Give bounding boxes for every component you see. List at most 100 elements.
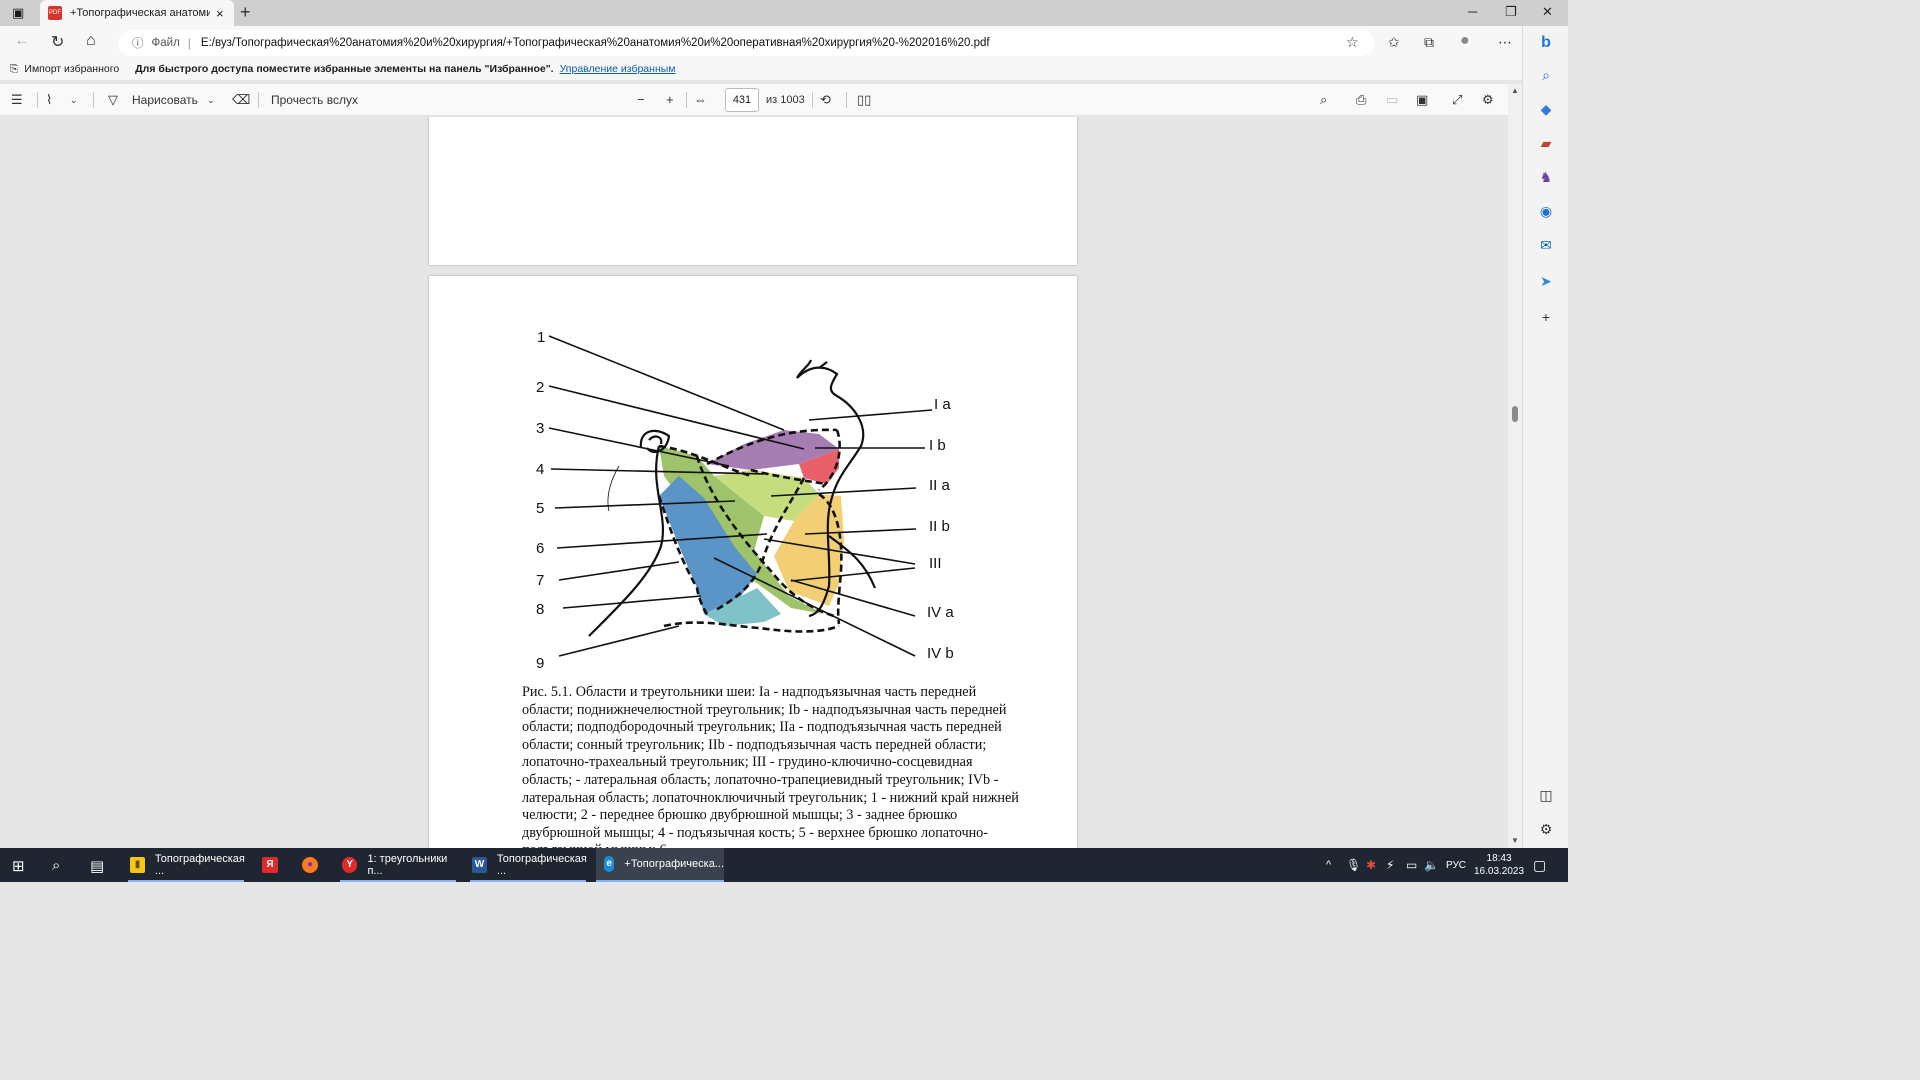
shopping-icon[interactable]: ◆: [1537, 100, 1555, 118]
firefox-icon: ●: [302, 857, 318, 873]
scroll-down-icon[interactable]: ▼: [1511, 836, 1519, 845]
page-total: из 1003: [766, 94, 805, 106]
zoom-in-icon[interactable]: +: [666, 92, 674, 107]
url-divider: |: [187, 36, 191, 50]
draw-dropdown-icon[interactable]: ⌄: [207, 95, 215, 106]
fullscreen-icon[interactable]: ⤢: [1452, 92, 1462, 108]
taskbar-app-label: +Топографическа...: [624, 858, 724, 870]
usb-icon[interactable]: ⚡: [1386, 858, 1394, 872]
close-tab-icon[interactable]: ×: [216, 6, 224, 21]
pdf-viewer[interactable]: 1 2 3 4 5 6 7 8 9 I a I b II a II b III …: [0, 117, 1508, 848]
save-icon[interactable]: ▭: [1386, 92, 1398, 108]
read-aloud-button[interactable]: Прочесть вслух: [271, 93, 358, 107]
outlook-icon[interactable]: ✉: [1537, 236, 1555, 254]
collections-icon[interactable]: ⧉: [1424, 34, 1434, 51]
bing-icon[interactable]: b: [1537, 34, 1555, 52]
back-icon[interactable]: ←: [14, 32, 30, 50]
taskbar-app-yandex-browser[interactable]: Y 1: треугольники п...: [334, 848, 462, 882]
page-view-icon[interactable]: ▯▯: [857, 92, 871, 108]
search-icon[interactable]: ⌕: [1320, 92, 1327, 108]
scroll-up-icon[interactable]: ▲: [1511, 86, 1519, 95]
games-icon[interactable]: ♞: [1537, 168, 1555, 186]
favorites-icon[interactable]: ✩: [1388, 34, 1400, 51]
active-tab[interactable]: PDF +Топографическая анатомия и оператив…: [40, 0, 234, 26]
windows-start-icon[interactable]: ⊞: [12, 857, 25, 875]
language-indicator[interactable]: РУС: [1446, 860, 1466, 871]
address-bar: ← ↻ ⌂ ⓘ Файл | E:/вуз/Топографическая%20…: [0, 26, 1522, 58]
draw-icon[interactable]: ▽: [108, 92, 118, 108]
close-window-button[interactable]: ✕: [1542, 4, 1553, 20]
clock[interactable]: 18:43 16.03.2023: [1474, 852, 1524, 878]
taskbar-app-edge[interactable]: e +Топографическа...: [596, 848, 724, 882]
pdf-icon: PDF: [48, 6, 62, 20]
notifications-icon[interactable]: ▢: [1533, 857, 1546, 874]
volume-icon[interactable]: 🔈: [1424, 858, 1439, 872]
network-icon[interactable]: ▭: [1406, 858, 1417, 872]
label-left-8: 8: [536, 601, 544, 618]
send-icon[interactable]: ➤: [1537, 272, 1555, 290]
more-menu-icon[interactable]: ⋯: [1498, 34, 1512, 51]
label-IIa: II a: [929, 477, 951, 494]
label-IVb: IV b: [927, 645, 954, 662]
clock-time: 18:43: [1486, 853, 1512, 864]
info-icon[interactable]: ⓘ: [132, 35, 144, 51]
settings-icon[interactable]: ⚙: [1482, 92, 1494, 108]
page-number-input[interactable]: 431: [725, 88, 759, 112]
favorites-bar: ⎘ Импорт избранного Для быстрого доступа…: [0, 58, 1522, 80]
clock-date: 16.03.2023: [1474, 866, 1525, 877]
task-view-icon[interactable]: ▤: [90, 857, 104, 875]
folder-icon: ▮: [130, 857, 145, 873]
label-Ib: I b: [929, 437, 946, 454]
label-left-7: 7: [536, 572, 544, 589]
office-icon[interactable]: ◉: [1537, 202, 1555, 220]
scrollbar-thumb[interactable]: [1512, 406, 1518, 422]
search-sidebar-icon[interactable]: ⌕: [1537, 66, 1555, 84]
restore-button[interactable]: ❐: [1505, 4, 1517, 20]
label-IIb: II b: [929, 518, 950, 535]
add-sidebar-icon[interactable]: +: [1537, 308, 1555, 326]
vertical-scrollbar[interactable]: ▲ ▼: [1508, 84, 1522, 848]
taskbar-app-firefox[interactable]: ●: [294, 848, 330, 882]
label-left-6: 6: [536, 540, 544, 557]
print-icon[interactable]: ⎙: [1356, 92, 1366, 108]
refresh-icon[interactable]: ↻: [51, 32, 64, 52]
tab-actions-icon[interactable]: ▣: [12, 5, 24, 21]
sidebar-layout-icon[interactable]: ◫: [1537, 786, 1555, 804]
add-favorite-icon[interactable]: ☆: [1346, 34, 1359, 51]
url-field[interactable]: ⓘ Файл | E:/вуз/Топографическая%20анатом…: [118, 30, 1374, 56]
scheme-label: Файл: [151, 37, 180, 49]
new-tab-button[interactable]: +: [240, 2, 251, 23]
highlight-icon[interactable]: ⌇: [46, 92, 52, 108]
label-IVa: IV a: [927, 604, 954, 621]
highlight-dropdown-icon[interactable]: ⌄: [70, 95, 78, 106]
rotate-icon[interactable]: ⟲: [820, 92, 831, 108]
zoom-out-icon[interactable]: −: [637, 92, 645, 107]
tray-chevron-icon[interactable]: ^: [1326, 859, 1331, 871]
windows-taskbar: ⊞ ⌕ ▤ ▮ Топографическая ... Я ● Y 1: тре…: [0, 848, 1568, 882]
fit-page-icon[interactable]: ⇔: [694, 92, 707, 107]
tab-title: +Топографическая анатомия и оперативная …: [70, 7, 210, 19]
taskbar-app-explorer[interactable]: ▮ Топографическая ...: [122, 848, 250, 882]
import-favorites-link[interactable]: Импорт избранного: [24, 63, 119, 75]
taskbar-app-word[interactable]: W Топографическая ...: [464, 848, 592, 882]
save-as-icon[interactable]: ▣: [1416, 92, 1428, 108]
eraser-icon[interactable]: ⌫: [232, 92, 250, 108]
contents-icon[interactable]: ☰: [11, 92, 23, 108]
manage-favorites-link[interactable]: Управление избранным: [560, 63, 676, 75]
tools-icon[interactable]: ▰: [1537, 134, 1555, 152]
pdf-toolbar: ☰ ⌇ ⌄ ▽ Нарисовать ⌄ ⌫ Прочесть вслух − …: [0, 84, 1522, 116]
pdf-page-current: 1 2 3 4 5 6 7 8 9 I a I b II a II b III …: [429, 276, 1077, 848]
microphone-icon[interactable]: 🎙: [1346, 858, 1361, 872]
taskbar-app-yandex[interactable]: Я: [254, 848, 290, 882]
antivirus-icon[interactable]: ✱: [1366, 858, 1376, 872]
taskbar-app-label: Топографическая ...: [496, 853, 587, 877]
home-icon[interactable]: ⌂: [86, 32, 96, 50]
minimize-button[interactable]: ─: [1468, 4, 1477, 19]
label-left-9: 9: [536, 655, 544, 672]
draw-button[interactable]: Нарисовать: [132, 93, 198, 107]
profile-avatar[interactable]: ●: [1460, 32, 1470, 50]
figure-caption: Рис. 5.1. Области и треугольники шеи: Iа…: [522, 684, 1019, 848]
taskbar-search-icon[interactable]: ⌕: [52, 857, 60, 874]
label-left-2: 2: [536, 379, 544, 396]
sidebar-settings-icon[interactable]: ⚙: [1537, 820, 1555, 838]
